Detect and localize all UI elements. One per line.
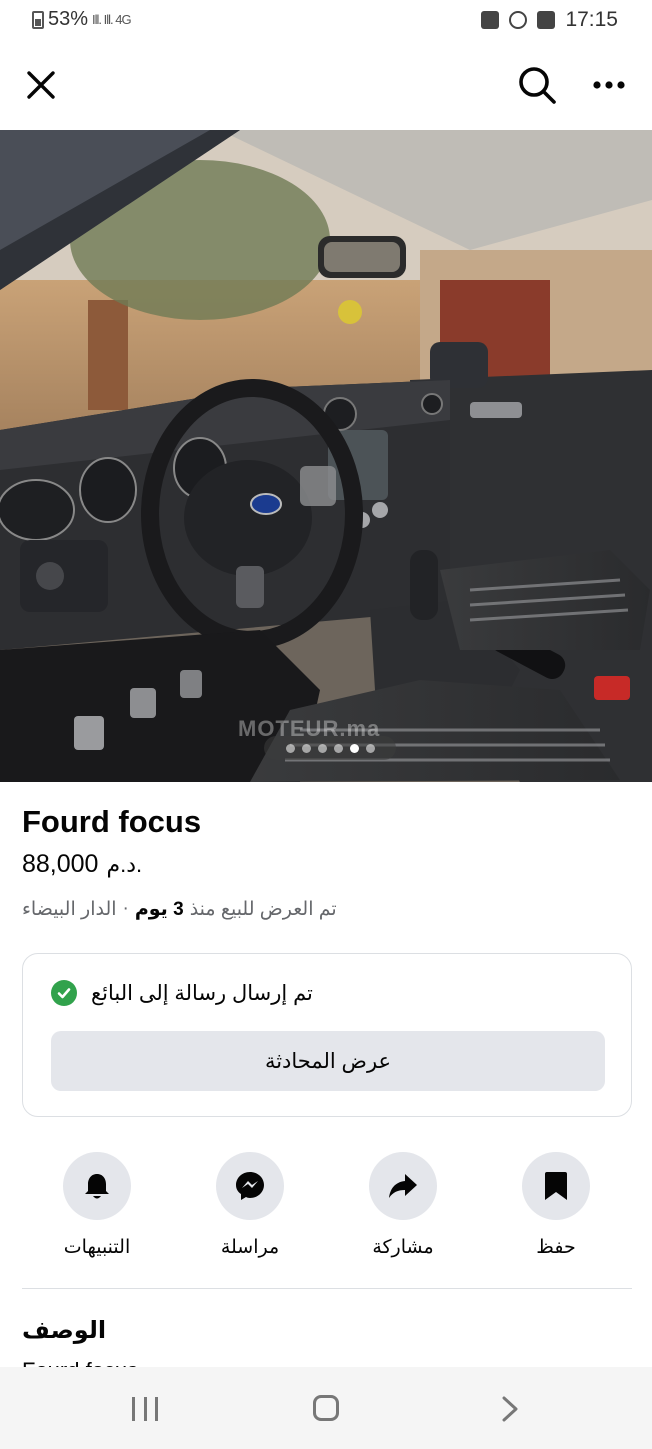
action-label: مراسلة	[220, 1237, 280, 1258]
listing-meta: تم العرض للبيع منذ 3 يوم · الدار البيضاء	[22, 898, 337, 921]
recent-apps-button[interactable]	[132, 1397, 158, 1421]
pagination-dot[interactable]	[365, 743, 375, 753]
alerts-button[interactable]: التنبيهات	[27, 1152, 167, 1259]
message-status-text: تم إرسال رسالة إلى البائع	[91, 981, 313, 1005]
more-options-button[interactable]	[588, 64, 630, 106]
meta-separator: ·	[122, 898, 129, 919]
action-label: حفظ	[536, 1237, 576, 1258]
message-button[interactable]: مراسلة	[180, 1152, 320, 1259]
share-icon	[389, 1174, 417, 1198]
messenger-icon	[236, 1172, 264, 1200]
save-button[interactable]: حفظ	[486, 1152, 626, 1259]
photo-pagination	[264, 736, 396, 760]
price-currency: د.م.	[106, 852, 143, 877]
pagination-dot[interactable]	[301, 743, 311, 753]
listing-location[interactable]: الدار البيضاء	[22, 898, 117, 921]
chevron-right-icon	[502, 1396, 518, 1422]
recent-bar	[132, 1397, 135, 1421]
description-text: Fourd focus	[22, 1358, 138, 1367]
status-right: 17:15	[481, 8, 618, 32]
search-icon	[519, 67, 556, 104]
close-icon	[27, 71, 55, 99]
action-circle[interactable]	[522, 1152, 590, 1220]
message-status: تم إرسال رسالة إلى البائع	[51, 980, 313, 1006]
check-circle-icon	[51, 980, 77, 1006]
car-interior-photo	[0, 130, 652, 782]
close-button[interactable]	[22, 66, 60, 104]
bell-icon	[85, 1174, 109, 1199]
top-bar	[0, 42, 652, 130]
listing-price: 88,000 د.م.	[22, 850, 142, 879]
whatsapp-notification-icon	[509, 11, 528, 29]
action-circle[interactable]	[369, 1152, 437, 1220]
price-value: 88,000	[22, 850, 99, 878]
action-label: مشاركة	[372, 1237, 434, 1258]
battery-level: 53%	[48, 8, 89, 30]
description-heading: الوصف	[22, 1317, 107, 1344]
status-bar: 53% Ill. Ill. 4G 17:15	[0, 0, 652, 42]
back-button[interactable]	[498, 1395, 522, 1423]
action-circle[interactable]	[63, 1152, 131, 1220]
status-left: 53% Ill. Ill. 4G	[32, 8, 132, 31]
signal-indicator: Ill. Ill. 4G	[92, 12, 132, 27]
pagination-dot[interactable]	[317, 743, 327, 753]
checkbox-notification-icon	[481, 11, 500, 29]
message-sent-card: تم إرسال رسالة إلى البائع عرض المحادثة	[22, 953, 632, 1117]
listed-age: 3 يوم	[134, 899, 184, 920]
share-button[interactable]: مشاركة	[333, 1152, 473, 1259]
search-button[interactable]	[516, 64, 558, 106]
recent-bar	[155, 1397, 158, 1421]
battery-icon	[32, 10, 44, 29]
section-divider	[22, 1288, 632, 1289]
pagination-dot[interactable]	[349, 743, 359, 753]
listing-title: Fourd focus	[22, 804, 202, 839]
more-icon	[593, 81, 625, 89]
system-nav-bar	[0, 1367, 652, 1449]
listing-photo[interactable]: MOTEUR.ma	[0, 130, 652, 782]
clock: 17:15	[565, 8, 618, 31]
view-conversation-button[interactable]: عرض المحادثة	[51, 1031, 605, 1091]
action-circle[interactable]	[216, 1152, 284, 1220]
recent-bar	[143, 1397, 147, 1421]
gallery-notification-icon	[537, 11, 556, 29]
home-button[interactable]	[313, 1395, 339, 1421]
bookmark-icon	[545, 1172, 567, 1200]
action-label: التنبيهات	[63, 1237, 131, 1258]
listed-prefix: تم العرض للبيع منذ	[189, 899, 337, 920]
action-row: التنبيهات مراسلة مشاركة حفظ	[0, 1152, 652, 1262]
pagination-dot[interactable]	[333, 743, 343, 753]
pagination-dot[interactable]	[285, 743, 295, 753]
